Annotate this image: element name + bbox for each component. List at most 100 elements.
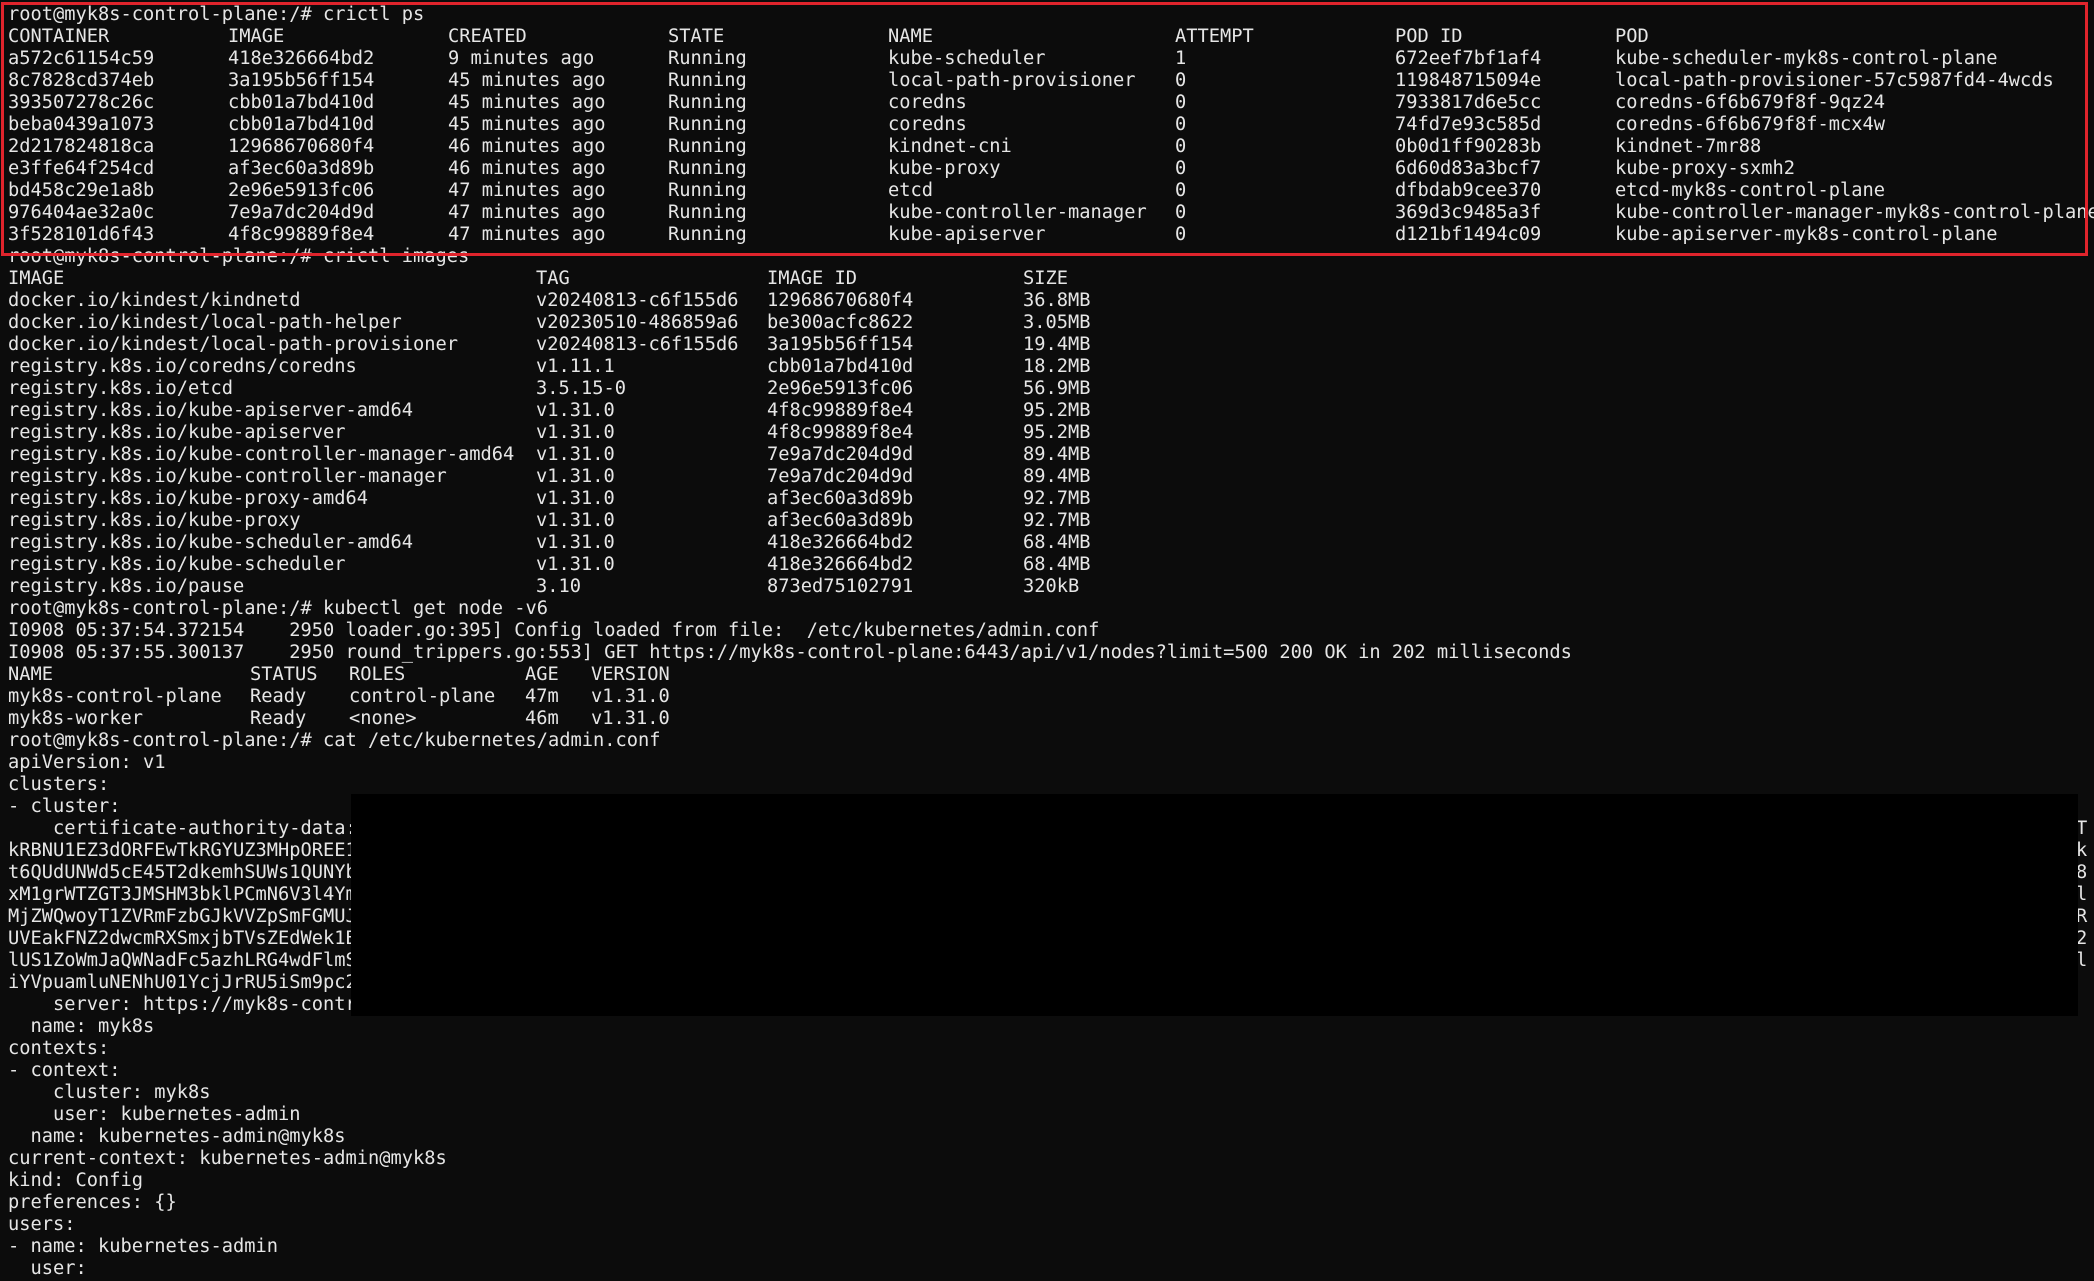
table-cell: 3.5.15-0 — [536, 378, 627, 399]
table-cell: beba0439a1073 — [8, 114, 155, 135]
table-cell: docker.io/kindest/local-path-helper — [8, 312, 402, 333]
table-cell: 68.4MB — [1023, 532, 1091, 553]
table-cell: 89.4MB — [1023, 444, 1091, 465]
header-cell: IMAGE ID — [767, 268, 858, 289]
table-cell: v1.11.1 — [536, 356, 615, 377]
table-cell: 7e9a7dc204d9d — [228, 202, 375, 223]
table-cell: 18.2MB — [1023, 356, 1091, 377]
table-cell: kube-apiserver — [888, 224, 1046, 245]
table-cell: 418e326664bd2 — [767, 532, 914, 553]
table-cell: 0 — [1175, 92, 1187, 113]
table-cell: v20240813-c6f155d6 — [536, 334, 739, 355]
table-cell: 320kB — [1023, 576, 1080, 597]
header-cell: SIZE — [1023, 268, 1069, 289]
table-cell: 47 minutes ago — [448, 224, 606, 245]
table-cell: 12968670680f4 — [767, 290, 914, 311]
table-cell: 2e96e5913fc06 — [767, 378, 914, 399]
table-cell: v1.31.0 — [536, 422, 615, 443]
header-cell: ATTEMPT — [1175, 26, 1254, 47]
yaml-line: certificate-authority-data: — [8, 818, 357, 839]
table-cell: kube-controller-manager-myk8s-control-pl… — [1615, 202, 2094, 223]
table-cell: 3f528101d6f43 — [8, 224, 155, 245]
table-cell: 369d3c9485a3f — [1395, 202, 1542, 223]
table-cell: 9 minutes ago — [448, 48, 595, 69]
header-cell: POD — [1615, 26, 1649, 47]
table-cell: registry.k8s.io/kube-apiserver-amd64 — [8, 400, 414, 421]
header-cell: IMAGE — [228, 26, 285, 47]
yaml-line: MjZWQwoyT1ZVRmFzbGJkVVZpSmFGMUJ — [8, 906, 357, 927]
table-cell: registry.k8s.io/kube-proxy — [8, 510, 301, 531]
table-cell: coredns-6f6b679f8f-mcx4w — [1615, 114, 1886, 135]
table-cell: v1.31.0 — [536, 400, 615, 421]
table-cell: myk8s-control-plane — [8, 686, 222, 707]
yaml-line: user: kubernetes-admin — [8, 1104, 301, 1125]
table-cell: 0 — [1175, 136, 1187, 157]
table-cell: etcd-myk8s-control-plane — [1615, 180, 1886, 201]
table-cell: v1.31.0 — [536, 510, 615, 531]
table-cell: af3ec60a3d89b — [228, 158, 375, 179]
yaml-line: clusters: — [8, 774, 110, 795]
table-cell: 2d217824818ca — [8, 136, 155, 157]
table-cell: 0 — [1175, 114, 1187, 135]
yaml-line: users: — [8, 1214, 76, 1235]
table-cell: etcd — [888, 180, 934, 201]
table-cell: coredns-6f6b679f8f-9qz24 — [1615, 92, 1886, 113]
terminal-window[interactable]: root@myk8s-control-plane:/# crictl ps CON… — [0, 0, 2094, 1281]
yaml-line: - context: — [8, 1060, 121, 1081]
table-cell: registry.k8s.io/pause — [8, 576, 245, 597]
command-prompt: root@myk8s-control-plane:/# kubectl get … — [8, 598, 549, 619]
table-cell: cbb01a7bd410d — [228, 92, 375, 113]
redaction-block — [351, 794, 2078, 1016]
table-cell: 672eef7bf1af4 — [1395, 48, 1542, 69]
table-cell: 95.2MB — [1023, 400, 1091, 421]
table-cell: 3.05MB — [1023, 312, 1091, 333]
header-cell: AGE — [525, 664, 559, 685]
table-cell: registry.k8s.io/kube-proxy-amd64 — [8, 488, 369, 509]
table-cell: coredns — [888, 114, 967, 135]
header-cell: TAG — [536, 268, 570, 289]
header-cell: CREATED — [448, 26, 527, 47]
table-cell: 92.7MB — [1023, 488, 1091, 509]
yaml-line: kind: Config — [8, 1170, 144, 1191]
table-cell: v1.31.0 — [591, 686, 670, 707]
header-cell: CONTAINER — [8, 26, 110, 47]
table-cell: <none> — [349, 708, 417, 729]
table-cell: 12968670680f4 — [228, 136, 375, 157]
table-cell: kube-scheduler — [888, 48, 1046, 69]
table-cell: 7e9a7dc204d9d — [767, 444, 914, 465]
table-cell: 74fd7e93c585d — [1395, 114, 1542, 135]
table-cell: 6d60d83a3bcf7 — [1395, 158, 1542, 179]
table-cell: local-path-provisioner — [888, 70, 1136, 91]
yaml-line: iYVpuamluNENhU01YcjJrRU5iSm9pc2 — [8, 972, 357, 993]
table-cell: registry.k8s.io/kube-apiserver — [8, 422, 346, 443]
table-cell: 3.10 — [536, 576, 582, 597]
yaml-line: xM1grWTZGT3JMSHM3bklPCmN6V3l4Ym — [8, 884, 357, 905]
yaml-line: - cluster: — [8, 796, 121, 817]
table-cell: bd458c29e1a8b — [8, 180, 155, 201]
table-cell: 46m — [525, 708, 559, 729]
table-cell: v1.31.0 — [536, 466, 615, 487]
header-cell: STATE — [668, 26, 725, 47]
yaml-line: lUS1ZoWmJaQWNadFc5azhLRG4wdFlmS — [8, 950, 357, 971]
yaml-line: user: — [8, 1258, 87, 1279]
table-cell: Ready — [250, 708, 307, 729]
table-cell: 873ed75102791 — [767, 576, 914, 597]
table-cell: 4f8c99889f8e4 — [767, 422, 914, 443]
table-cell: af3ec60a3d89b — [767, 488, 914, 509]
header-cell: VERSION — [591, 664, 670, 685]
yaml-line: t6QUdUNWd5cE45T2dkemhSUWs1QUNYb — [8, 862, 357, 883]
table-cell: kube-proxy-sxmh2 — [1615, 158, 1796, 179]
table-cell: kube-controller-manager — [888, 202, 1147, 223]
table-cell: d121bf1494c09 — [1395, 224, 1542, 245]
table-cell: Running — [668, 92, 747, 113]
yaml-line: name: kubernetes-admin@myk8s — [8, 1126, 346, 1147]
table-cell: 7933817d6e5cc — [1395, 92, 1542, 113]
header-cell: NAME — [8, 664, 54, 685]
table-cell: v20230510-486859a6 — [536, 312, 739, 333]
table-cell: 2e96e5913fc06 — [228, 180, 375, 201]
table-cell: 3a195b56ff154 — [228, 70, 375, 91]
table-cell: control-plane — [349, 686, 496, 707]
yaml-line: contexts: — [8, 1038, 110, 1059]
table-cell: Running — [668, 224, 747, 245]
yaml-line: apiVersion: v1 — [8, 752, 166, 773]
